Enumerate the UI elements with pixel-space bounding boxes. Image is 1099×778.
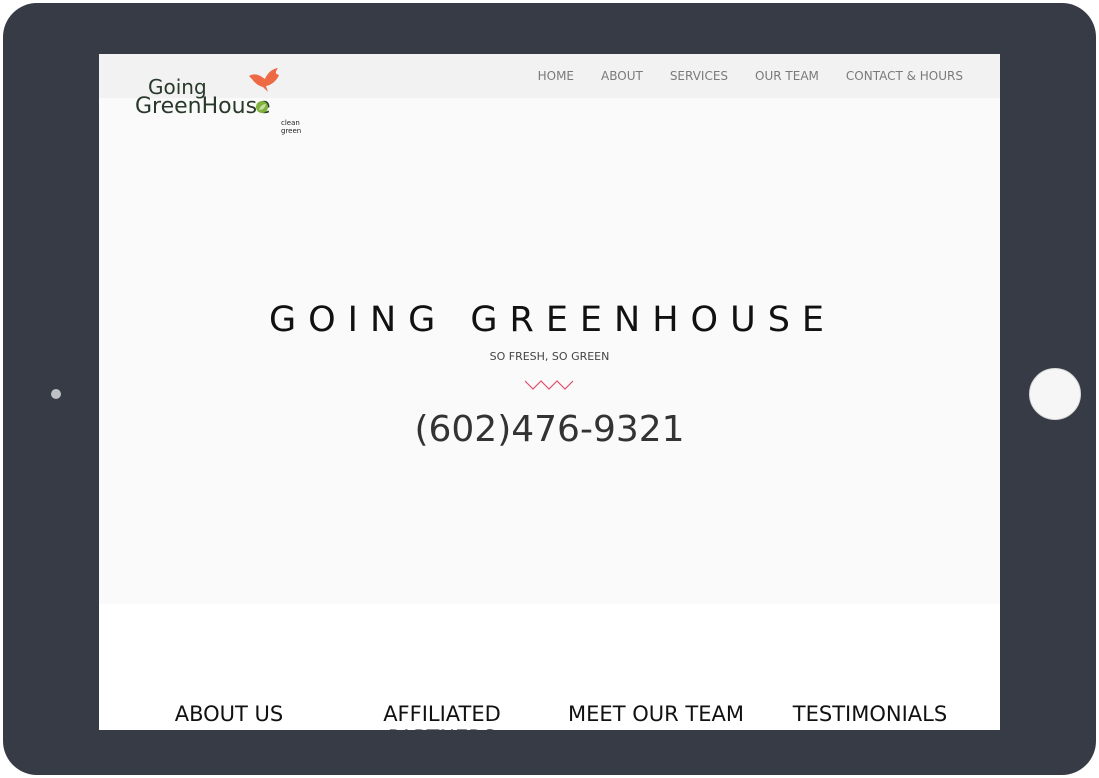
nav-services-link[interactable]: SERVICES [670, 69, 728, 83]
section-about-us[interactable]: ABOUT US [172, 702, 286, 726]
leaf-icon [256, 101, 268, 113]
section-testimonials[interactable]: TESTIMONIALS [787, 702, 953, 726]
nav-home-link[interactable]: HOME [538, 69, 574, 83]
camera-dot [51, 389, 61, 399]
hero-phone-number[interactable]: (602)476-9321 [99, 408, 1000, 452]
nav-about-link[interactable]: ABOUT [601, 69, 643, 83]
site-logo[interactable]: Going GreenHouse clean green [133, 66, 313, 135]
feature-sections: ABOUT US AFFILIATED PARTNERS MEET OUR TE… [99, 604, 1000, 730]
hero-section: GOING GREENHOUSE SO FRESH, SO GREEN (602… [99, 98, 1000, 604]
home-button[interactable] [1029, 368, 1081, 420]
section-meet-our-team[interactable]: MEET OUR TEAM [562, 702, 750, 726]
bird-icon [249, 68, 279, 92]
hero-subtitle: SO FRESH, SO GREEN [489, 350, 610, 363]
website-screen: HOME ABOUT SERVICES OUR TEAM CONTACT & H… [99, 54, 1000, 730]
nav-contact-hours-link[interactable]: CONTACT & HOURS [846, 69, 963, 83]
section-affiliated-partners[interactable]: AFFILIATED PARTNERS [375, 702, 509, 730]
main-nav: HOME ABOUT SERVICES OUR TEAM CONTACT & H… [511, 69, 963, 83]
zigzag-divider-icon [524, 380, 574, 390]
logo-tagline: clean green [281, 119, 302, 135]
hero-title: GOING GREENHOUSE [268, 300, 837, 340]
logo-greenhouse-text: GreenHouse [135, 94, 271, 119]
nav-our-team-link[interactable]: OUR TEAM [755, 69, 819, 83]
